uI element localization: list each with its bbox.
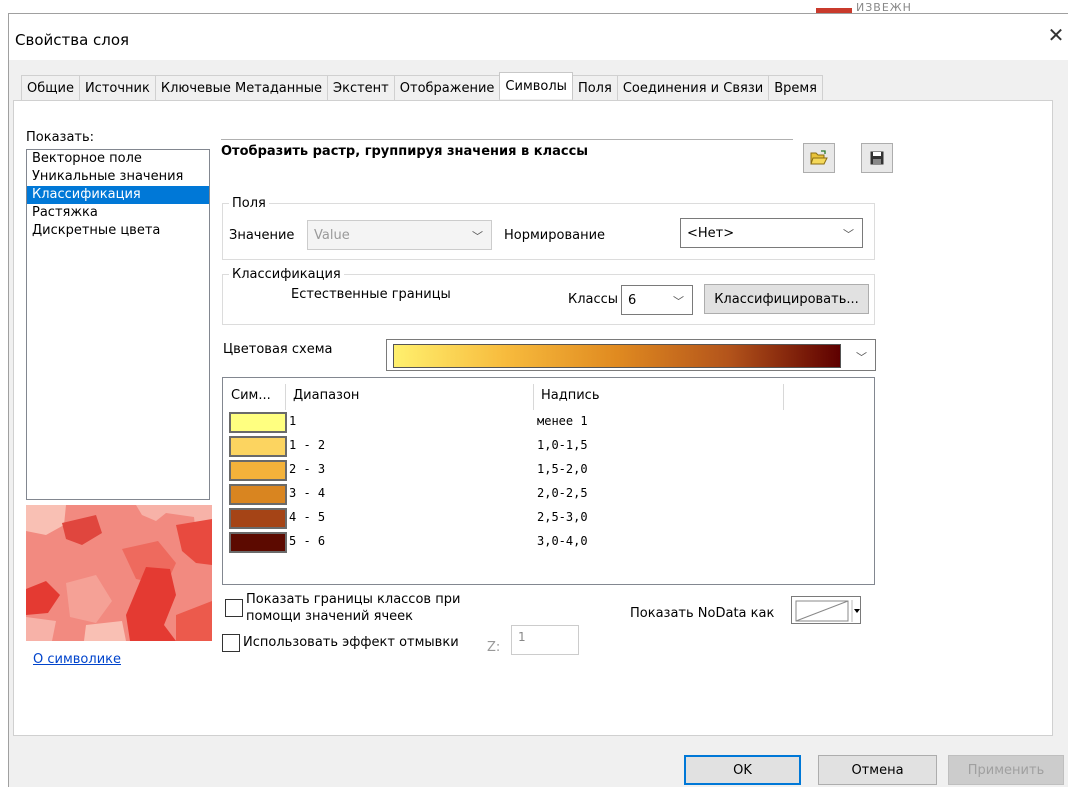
- column-header-symbol[interactable]: Сим...: [231, 378, 271, 408]
- class-color-swatch[interactable]: [229, 532, 287, 553]
- class-range: 4 - 5: [289, 510, 326, 524]
- class-label[interactable]: 1,5-2,0: [537, 462, 588, 476]
- renderer-type-item[interactable]: Классификация: [27, 186, 209, 204]
- nodata-label: Показать NoData как: [630, 606, 775, 621]
- table-row[interactable]: 5 - 6 3,0-4,0: [223, 532, 873, 553]
- chevron-down-icon: ﹀: [856, 351, 867, 364]
- value-label: Значение: [229, 228, 295, 243]
- renderer-description: Отобразить растр, группируя значения в к…: [221, 144, 589, 159]
- class-color-swatch[interactable]: [229, 508, 287, 529]
- column-header-label[interactable]: Надпись: [541, 378, 600, 408]
- nodata-swatch: [795, 600, 860, 622]
- tab-2[interactable]: Ключевые Метаданные: [154, 75, 329, 100]
- class-label[interactable]: 1,0-1,5: [537, 438, 588, 452]
- tab-8[interactable]: Время: [768, 75, 823, 100]
- class-range: 5 - 6: [289, 534, 326, 548]
- tab-6[interactable]: Поля: [571, 75, 618, 100]
- renderer-type-item[interactable]: Векторное поле: [27, 150, 209, 168]
- class-range: 2 - 3: [289, 462, 326, 476]
- show-class-breaks-label: Показать границы классов при помощи знач…: [246, 591, 460, 625]
- title-bar: Свойства слоя ✕: [9, 14, 1068, 60]
- normalization-select[interactable]: <Нет> ﹀: [680, 218, 863, 248]
- value-field-selected: Value: [314, 227, 350, 243]
- show-label: Показать:: [26, 130, 95, 145]
- background-map-fragment: ИЗВЕЖН: [816, 0, 980, 13]
- open-layer-file-button[interactable]: [803, 143, 835, 173]
- ok-button[interactable]: OK: [684, 755, 801, 785]
- column-divider: [533, 384, 534, 410]
- tab-1[interactable]: Источник: [78, 75, 156, 100]
- column-divider: [285, 384, 286, 410]
- chevron-down-icon: ﹀: [472, 230, 483, 243]
- tab-bar: Общие Источник Ключевые Метаданные Экстент О…: [21, 72, 823, 100]
- hillshade-checkbox[interactable]: [222, 634, 240, 652]
- save-icon: [870, 151, 884, 165]
- classification-group-legend: Классификация: [232, 267, 341, 282]
- z-factor-input[interactable]: 1: [511, 625, 579, 655]
- classes-count-value: 6: [628, 292, 637, 308]
- header-divider: [221, 139, 793, 140]
- fields-group-legend: Поля: [232, 196, 266, 211]
- chevron-down-icon: ﹀: [673, 295, 684, 308]
- classes-label: Классы: [568, 292, 619, 307]
- tab-0[interactable]: Общие: [21, 75, 80, 100]
- class-color-swatch[interactable]: [229, 460, 287, 481]
- class-label[interactable]: менее 1: [537, 414, 588, 428]
- folder-open-icon: [810, 150, 828, 165]
- class-range: 3 - 4: [289, 486, 326, 500]
- close-icon[interactable]: ✕: [1045, 24, 1067, 46]
- class-color-swatch[interactable]: [229, 412, 287, 433]
- background-map-text: ИЗВЕЖН: [856, 1, 912, 13]
- chevron-down-icon: ﹀: [843, 228, 854, 241]
- z-label: Z:: [487, 640, 501, 655]
- class-range: 1: [289, 414, 297, 428]
- apply-button[interactable]: Применить: [948, 755, 1064, 785]
- color-ramp-select[interactable]: ﹀: [386, 339, 876, 371]
- renderer-type-item[interactable]: Уникальные значения: [27, 168, 209, 186]
- table-row[interactable]: 4 - 5 2,5-3,0: [223, 508, 873, 529]
- tab-4[interactable]: Отображение: [393, 75, 501, 100]
- class-label[interactable]: 3,0-4,0: [537, 534, 588, 548]
- color-ramp-preview: [393, 344, 841, 368]
- save-layer-file-button[interactable]: [861, 143, 893, 173]
- class-color-swatch[interactable]: [229, 484, 287, 505]
- classify-button[interactable]: Классифицировать...: [704, 284, 869, 314]
- show-class-breaks-line: Показать границы классов при: [246, 592, 461, 607]
- classes-count-select[interactable]: 6 ﹀: [621, 285, 693, 315]
- show-class-breaks-checkbox[interactable]: [225, 599, 243, 617]
- cancel-button[interactable]: Отмена: [818, 755, 937, 785]
- table-row[interactable]: 2 - 3 1,5-2,0: [223, 460, 873, 481]
- class-range: 1 - 2: [289, 438, 326, 452]
- normalization-label: Нормирование: [504, 228, 606, 243]
- nodata-color-picker[interactable]: [791, 596, 861, 624]
- normalization-selected: <Нет>: [687, 225, 735, 241]
- class-label[interactable]: 2,5-3,0: [537, 510, 588, 524]
- class-color-swatch[interactable]: [229, 436, 287, 457]
- table-row[interactable]: 1 - 2 1,0-1,5: [223, 436, 873, 457]
- about-symbology-link[interactable]: О символике: [33, 652, 121, 667]
- renderer-type-item[interactable]: Растяжка: [27, 204, 209, 222]
- classes-table[interactable]: Сим... Диапазон Надпись 1 менее 1 1 - 2 1,0…: [222, 377, 875, 585]
- dialog-title: Свойства слоя: [15, 31, 130, 49]
- column-header-range[interactable]: Диапазон: [293, 378, 359, 408]
- column-divider: [783, 384, 784, 410]
- raster-preview-image: [26, 505, 212, 641]
- table-row[interactable]: 3 - 4 2,0-2,5: [223, 484, 873, 505]
- renderer-type-item[interactable]: Дискретные цвета: [27, 222, 209, 240]
- tab-3[interactable]: Экстент: [327, 75, 395, 100]
- value-field-select[interactable]: Value ﹀: [307, 220, 492, 250]
- hillshade-label: Использовать эффект отмывки: [243, 635, 459, 650]
- show-class-breaks-line: помощи значений ячеек: [246, 609, 413, 624]
- tab-5[interactable]: Символы: [499, 72, 573, 99]
- classification-method: Естественные границы: [291, 287, 451, 302]
- dropdown-arrow-icon: [854, 609, 860, 613]
- tab-7[interactable]: Соединения и Связи: [616, 75, 770, 100]
- color-scheme-label: Цветовая схема: [223, 342, 333, 357]
- class-label[interactable]: 2,0-2,5: [537, 486, 588, 500]
- renderer-type-list[interactable]: Векторное поле Уникальные значения Классиф…: [26, 149, 210, 500]
- table-row[interactable]: 1 менее 1: [223, 412, 873, 433]
